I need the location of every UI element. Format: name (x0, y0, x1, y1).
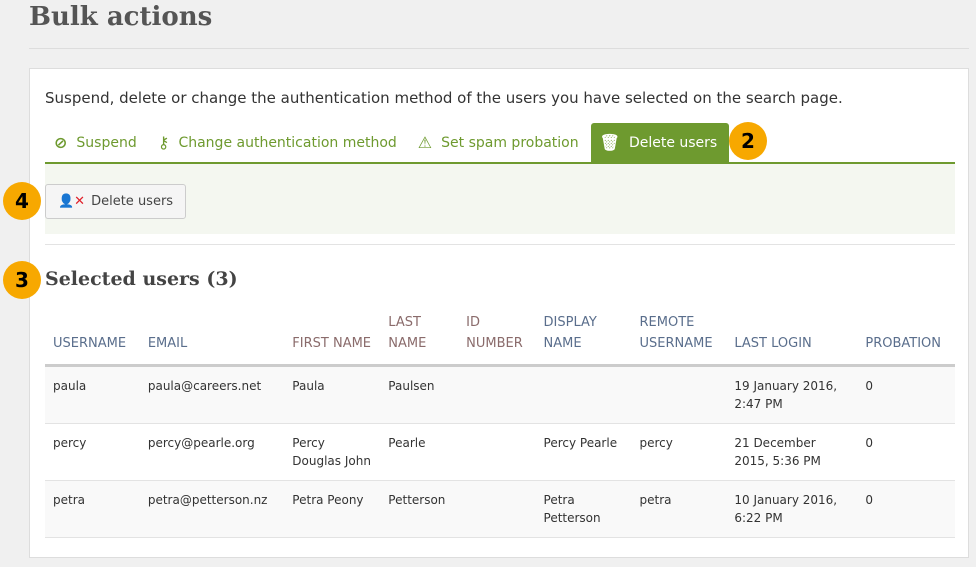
tab-change-authentication[interactable]: ⚷ Change authentication method (149, 123, 409, 162)
tab-spam-probation[interactable]: ⚠ Set spam probation (409, 123, 591, 162)
table-cell: petra (631, 480, 727, 538)
description: Suspend, delete or change the authentica… (45, 89, 843, 107)
callout-badge: 3 (3, 261, 41, 299)
table-cell: percy (45, 423, 140, 481)
tab-delete-users[interactable]: 🗑 Delete users (590, 123, 730, 162)
table-row: petra petra@petterson.nz Petra Peony Petter… (45, 480, 955, 538)
table-cell: Petterson (380, 480, 459, 538)
table-cell: petra (45, 480, 140, 538)
table-cell (631, 365, 727, 424)
table-cell: Paulsen (380, 365, 459, 424)
column-header[interactable]: LAST NAME (380, 312, 459, 367)
column-header: DISPLAY NAME (535, 312, 632, 367)
table-cell: Paula (284, 365, 381, 424)
table-cell: percy (631, 423, 727, 481)
column-header: USERNAME (45, 312, 140, 367)
bulk-actions-panel: Suspend, delete or change the authentica… (29, 68, 969, 558)
tab-label: Change authentication method (178, 134, 397, 151)
tab-label: Suspend (76, 134, 137, 151)
table-cell: 10 January 2016, 6:22 PM (726, 480, 858, 538)
table-cell: paula@careers.net (139, 365, 285, 424)
button-label: Delete users (91, 194, 174, 209)
callout-badge: 2 (729, 122, 767, 160)
table-row: percy percy@pearle.org Percy Douglas John P… (45, 423, 955, 481)
tab-suspend[interactable]: ⊘ Suspend (45, 123, 149, 162)
tab-label: Set spam probation (441, 134, 579, 151)
user-delete-icon: 👤✕ (58, 194, 86, 209)
table-cell (458, 423, 536, 481)
callout-badge: 4 (3, 182, 41, 220)
delete-form: 👤✕ Delete users (45, 164, 955, 234)
warning-icon: ⚠ (417, 133, 433, 152)
table-cell: 0 (857, 480, 955, 538)
table-cell: Petra Petterson (535, 480, 632, 538)
table-cell: paula (45, 365, 140, 424)
column-header: EMAIL (139, 312, 285, 367)
selected-users-table: USERNAME EMAIL FIRST NAME LAST NAME ID NUMBER D… (45, 312, 955, 538)
divider (45, 244, 955, 245)
table-cell: 0 (857, 365, 955, 424)
table-cell: 21 December 2015, 5:36 PM (726, 423, 858, 481)
table-cell: Petra Peony (284, 480, 381, 538)
divider (29, 48, 969, 49)
table-cell: 19 January 2016, 2:47 PM (726, 365, 858, 424)
key-icon: ⚷ (157, 133, 170, 152)
tab-label: Delete users (628, 134, 718, 151)
delete-users-button[interactable]: 👤✕ Delete users (45, 184, 187, 219)
column-header[interactable]: ID NUMBER (458, 312, 536, 367)
page-title: Bulk actions (29, 2, 213, 32)
ban-icon: ⊘ (54, 133, 68, 152)
column-header: PROBATION (857, 312, 955, 367)
trash-icon: 🗑 (599, 133, 620, 152)
table-cell: percy@pearle.org (139, 423, 285, 481)
table-cell: Percy Pearle (535, 423, 632, 481)
table-row: paula paula@careers.net Paula Paulsen 19 Jan… (45, 365, 955, 424)
column-header[interactable]: FIRST NAME (284, 312, 381, 367)
section-title: Selected users (3) (45, 268, 238, 290)
table-cell (458, 480, 536, 538)
table-cell: petra@petterson.nz (139, 480, 285, 538)
table-cell: 0 (857, 423, 955, 481)
table-cell (535, 365, 632, 424)
column-header: LAST LOGIN (726, 312, 858, 367)
table-cell (458, 365, 536, 424)
table-cell: Pearle (380, 423, 459, 481)
tab-bar: ⊘ Suspend ⚷ Change authentication method ⚠… (45, 123, 955, 164)
table-cell: Percy Douglas John (284, 423, 381, 481)
column-header: REMOTE USERNAME (631, 312, 727, 367)
